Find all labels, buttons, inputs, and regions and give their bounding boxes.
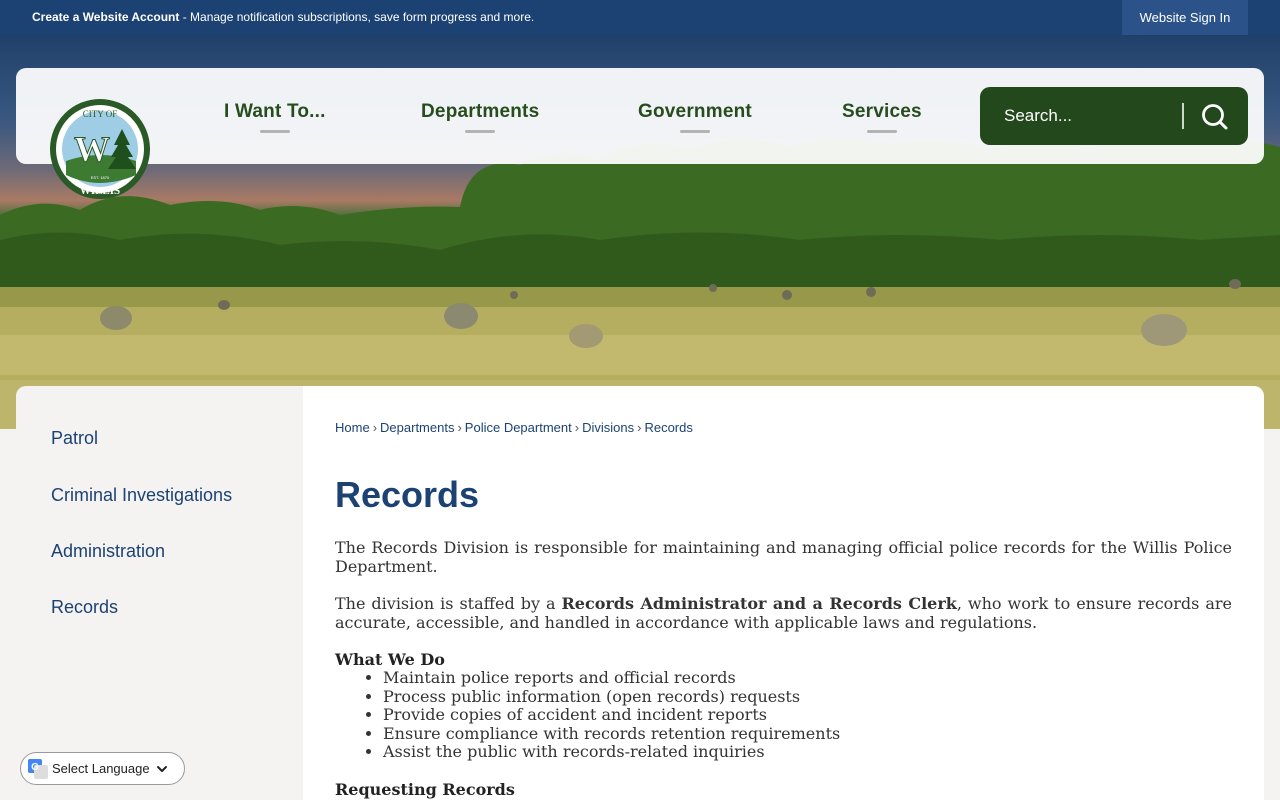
page-title: Records <box>335 474 480 515</box>
list-item: Process public information (open records… <box>383 687 1232 707</box>
what-we-do-list: Maintain police reports and official rec… <box>383 668 1232 762</box>
requesting-records-heading: Requesting Records <box>335 779 515 799</box>
nav-label: I Want To... <box>224 101 326 122</box>
breadcrumb-separator: › <box>574 420 580 435</box>
list-item: Ensure compliance with records retention… <box>383 724 1232 744</box>
nav-services[interactable]: Services <box>842 101 922 133</box>
breadcrumb-separator: › <box>637 420 642 435</box>
breadcrumb-home[interactable]: Home <box>335 420 370 435</box>
sidebar-item-criminal-investigations[interactable]: Criminal Investigations <box>51 485 232 506</box>
nav-label: Departments <box>421 101 540 122</box>
breadcrumb-separator: › <box>372 420 378 435</box>
nav-underline <box>679 130 710 133</box>
create-account-label[interactable]: Create a Website Account <box>32 10 179 24</box>
nav-underline <box>866 130 897 133</box>
svg-text:WILLIS: WILLIS <box>80 185 120 197</box>
breadcrumb: Home › Departments › Police Department › Divis… <box>335 420 693 435</box>
staffing-text-start: The division is staffed by a <box>335 594 562 613</box>
language-select[interactable]: G Select Language <box>20 752 185 785</box>
sidebar-navigation: Patrol Criminal Investigations Administr… <box>16 386 303 800</box>
staffing-roles: Records Administrator and a Records Cler… <box>561 594 957 613</box>
create-account-link[interactable]: Create a Website Account - Manage notifi… <box>32 10 534 24</box>
chevron-down-icon <box>156 765 167 772</box>
breadcrumb-records[interactable]: Records <box>644 420 692 435</box>
sidebar-item-patrol[interactable]: Patrol <box>51 428 98 449</box>
breadcrumb-separator: › <box>457 420 462 435</box>
breadcrumb-police-department[interactable]: Police Department <box>465 420 572 435</box>
nav-underline <box>259 130 290 133</box>
google-translate-icon: G <box>28 758 48 779</box>
site-search-box <box>980 87 1248 145</box>
breadcrumb-departments[interactable]: Departments <box>380 420 454 435</box>
city-seal-icon: W CITY OF WILLIS EST. 1870 <box>50 99 150 199</box>
website-sign-in-button[interactable]: Website Sign In <box>1122 0 1248 35</box>
nav-departments[interactable]: Departments <box>421 101 540 133</box>
sidebar-item-administration[interactable]: Administration <box>51 541 165 562</box>
nav-underline <box>465 130 496 133</box>
svg-text:G: G <box>31 762 39 773</box>
sidebar-item-records[interactable]: Records <box>51 597 118 618</box>
svg-text:CITY OF: CITY OF <box>83 109 117 119</box>
city-of-willis-logo[interactable]: W CITY OF WILLIS EST. 1870 <box>48 99 152 199</box>
main-content: Home › Departments › Police Department › Divis… <box>303 386 1264 800</box>
list-item: Provide copies of accident and incident … <box>383 705 1232 725</box>
search-button[interactable] <box>1198 101 1230 131</box>
top-bar: Create a Website Account - Manage notifi… <box>0 0 1280 35</box>
language-select-label: Select Language <box>52 761 150 776</box>
intro-paragraph: The Records Division is responsible for … <box>335 538 1232 576</box>
svg-text:W: W <box>74 129 110 169</box>
svg-text:EST. 1870: EST. 1870 <box>91 175 110 180</box>
list-item: Maintain police reports and official rec… <box>383 668 1232 688</box>
list-item: Assist the public with records-related i… <box>383 742 1232 762</box>
nav-i-want-to[interactable]: I Want To... <box>224 101 326 133</box>
search-divider <box>1182 103 1184 129</box>
staffing-paragraph: The division is staffed by a Records Adm… <box>335 594 1232 632</box>
nav-label: Services <box>842 101 922 122</box>
nav-government[interactable]: Government <box>638 101 752 133</box>
search-icon <box>1202 104 1228 130</box>
search-input[interactable] <box>1004 104 1154 128</box>
nav-label: Government <box>638 101 752 122</box>
what-we-do-heading: What We Do <box>335 650 445 669</box>
create-account-description: - Manage notification subscriptions, sav… <box>179 10 535 24</box>
page-body: The Records Division is responsible for … <box>335 538 1232 799</box>
breadcrumb-divisions[interactable]: Divisions <box>582 420 634 435</box>
